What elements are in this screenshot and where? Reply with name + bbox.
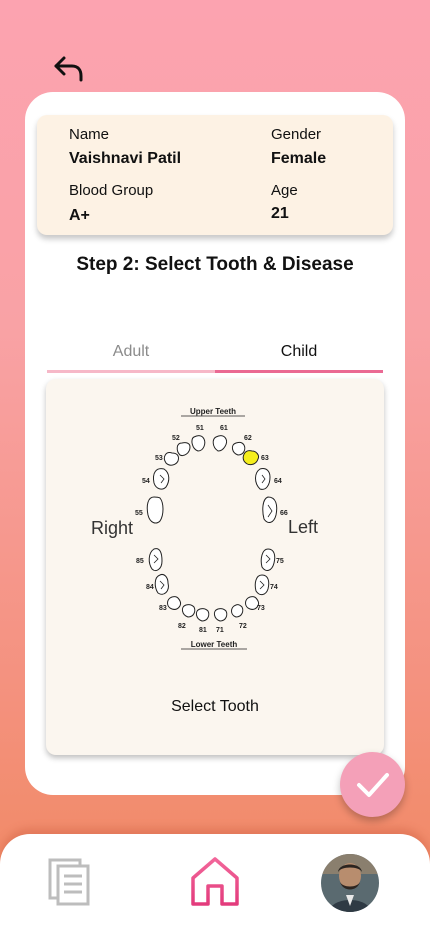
tooth-71[interactable] <box>213 608 228 622</box>
name-value: Vaishnavi Patil <box>69 150 182 167</box>
tooth-63[interactable] <box>242 450 259 466</box>
tooth-54[interactable] <box>153 468 170 490</box>
documents-icon <box>48 858 90 906</box>
bottom-nav <box>0 834 430 932</box>
profile-avatar[interactable] <box>321 854 379 912</box>
tooth-number: 73 <box>257 605 265 612</box>
tooth-number: 61 <box>220 425 228 432</box>
back-arrow-icon <box>54 56 83 82</box>
confirm-button[interactable] <box>340 752 405 817</box>
nav-documents[interactable] <box>48 858 94 913</box>
age-label: Age <box>271 182 298 199</box>
tooth-number: 82 <box>178 623 186 630</box>
tooth-85[interactable] <box>148 548 163 572</box>
tooth-number: 53 <box>155 455 163 462</box>
tooth-75[interactable] <box>260 548 276 571</box>
right-label: Right <box>91 518 133 538</box>
tooth-number: 63 <box>261 455 269 462</box>
name-label: Name <box>69 126 110 143</box>
tooth-number: 81 <box>199 627 207 634</box>
tooth-55[interactable] <box>146 496 164 524</box>
gender-value: Female <box>271 150 327 167</box>
upper-teeth-label: Upper Teeth <box>190 407 236 416</box>
tooth-chart[interactable]: Upper Teeth Lower Teeth Right Left 55 54… <box>76 393 356 673</box>
tooth-number: 51 <box>196 425 204 432</box>
blood-group-value: A+ <box>69 207 90 224</box>
tooth-number: 75 <box>276 558 284 565</box>
blood-group-label: Blood Group <box>69 182 154 199</box>
check-icon <box>356 772 389 797</box>
home-icon <box>191 857 239 906</box>
main-card: Name Vaishnavi Patil Gender Female Blood… <box>25 92 405 795</box>
tooth-51[interactable] <box>191 435 206 452</box>
tooth-52[interactable] <box>176 442 191 456</box>
lower-teeth-label: Lower Teeth <box>191 640 238 649</box>
tooth-number: 83 <box>159 605 167 612</box>
tooth-84[interactable] <box>154 574 169 595</box>
back-button[interactable] <box>46 48 90 88</box>
tooth-number: 66 <box>280 510 288 517</box>
tooth-number: 71 <box>216 627 224 634</box>
select-tooth-label: Select Tooth <box>171 698 259 715</box>
tooth-number: 72 <box>239 623 247 630</box>
tooth-number: 64 <box>274 478 282 485</box>
avatar-image <box>321 854 379 912</box>
tooth-74[interactable] <box>254 574 270 596</box>
tooth-64[interactable] <box>255 468 271 490</box>
tooth-62[interactable] <box>231 441 246 456</box>
tab-bar: Adult Child <box>47 343 383 373</box>
tooth-number: 85 <box>136 558 144 565</box>
tooth-61[interactable] <box>212 435 227 452</box>
tooth-number: 62 <box>244 435 252 442</box>
age-value: 21 <box>271 205 289 222</box>
gender-label: Gender <box>271 126 322 143</box>
tooth-number: 84 <box>146 584 154 591</box>
tooth-number: 74 <box>270 584 278 591</box>
step-title: Step 2: Select Tooth & Disease <box>76 254 354 275</box>
tooth-number: 55 <box>135 510 143 517</box>
left-label: Left <box>288 517 318 537</box>
tooth-53[interactable] <box>163 452 179 466</box>
nav-home[interactable] <box>188 854 242 913</box>
tab-child[interactable]: Child <box>215 343 383 373</box>
tooth-83[interactable] <box>167 596 181 610</box>
tooth-number: 52 <box>172 435 180 442</box>
tooth-82[interactable] <box>181 604 196 618</box>
tab-adult[interactable]: Adult <box>47 343 215 373</box>
tooth-chart-panel: Upper Teeth Lower Teeth Right Left 55 54… <box>46 379 384 755</box>
patient-info-card: Name Vaishnavi Patil Gender Female Blood… <box>37 115 393 235</box>
tooth-number: 54 <box>142 478 150 485</box>
tooth-81[interactable] <box>195 608 210 622</box>
tooth-72[interactable] <box>231 604 244 618</box>
tooth-66[interactable] <box>262 496 278 523</box>
